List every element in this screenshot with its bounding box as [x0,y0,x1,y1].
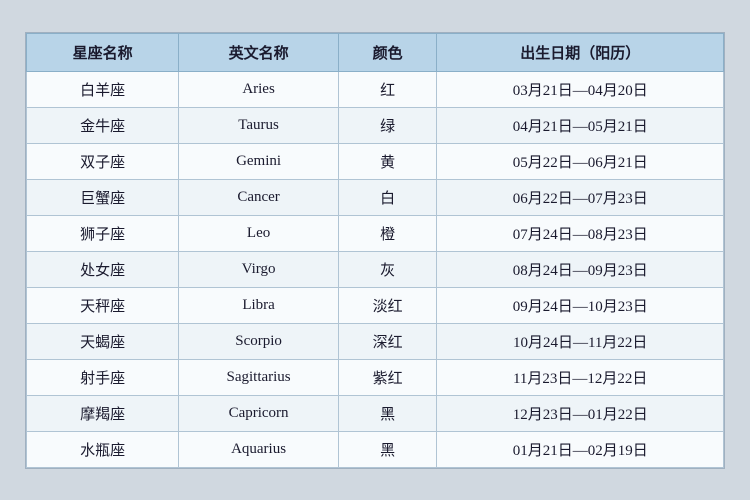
cell-english: Capricorn [179,395,339,431]
table-row: 巨蟹座Cancer白06月22日—07月23日 [27,179,724,215]
cell-color: 橙 [338,215,437,251]
cell-english: Leo [179,215,339,251]
table-row: 摩羯座Capricorn黑12月23日—01月22日 [27,395,724,431]
table-row: 射手座Sagittarius紫红11月23日—12月22日 [27,359,724,395]
cell-color: 黑 [338,431,437,467]
cell-date: 05月22日—06月21日 [437,143,724,179]
cell-color: 绿 [338,107,437,143]
cell-date: 12月23日—01月22日 [437,395,724,431]
cell-chinese: 白羊座 [27,71,179,107]
cell-chinese: 天蝎座 [27,323,179,359]
cell-english: Libra [179,287,339,323]
table-row: 白羊座Aries红03月21日—04月20日 [27,71,724,107]
cell-date: 07月24日—08月23日 [437,215,724,251]
cell-color: 黄 [338,143,437,179]
cell-date: 06月22日—07月23日 [437,179,724,215]
cell-date: 01月21日—02月19日 [437,431,724,467]
cell-color: 紫红 [338,359,437,395]
cell-date: 10月24日—11月22日 [437,323,724,359]
cell-english: Taurus [179,107,339,143]
cell-chinese: 巨蟹座 [27,179,179,215]
cell-chinese: 金牛座 [27,107,179,143]
cell-color: 灰 [338,251,437,287]
cell-color: 白 [338,179,437,215]
zodiac-table-container: 星座名称 英文名称 颜色 出生日期（阳历） 白羊座Aries红03月21日—04… [25,32,725,469]
cell-chinese: 摩羯座 [27,395,179,431]
cell-date: 09月24日—10月23日 [437,287,724,323]
cell-english: Aries [179,71,339,107]
cell-english: Cancer [179,179,339,215]
table-row: 处女座Virgo灰08月24日—09月23日 [27,251,724,287]
table-row: 天秤座Libra淡红09月24日—10月23日 [27,287,724,323]
cell-english: Scorpio [179,323,339,359]
cell-english: Virgo [179,251,339,287]
cell-chinese: 水瓶座 [27,431,179,467]
cell-english: Aquarius [179,431,339,467]
table-row: 金牛座Taurus绿04月21日—05月21日 [27,107,724,143]
cell-date: 08月24日—09月23日 [437,251,724,287]
col-header-color: 颜色 [338,33,437,71]
cell-color: 淡红 [338,287,437,323]
cell-english: Gemini [179,143,339,179]
table-row: 狮子座Leo橙07月24日—08月23日 [27,215,724,251]
table-row: 天蝎座Scorpio深红10月24日—11月22日 [27,323,724,359]
zodiac-table: 星座名称 英文名称 颜色 出生日期（阳历） 白羊座Aries红03月21日—04… [26,33,724,468]
cell-color: 深红 [338,323,437,359]
table-body: 白羊座Aries红03月21日—04月20日金牛座Taurus绿04月21日—0… [27,71,724,467]
table-header-row: 星座名称 英文名称 颜色 出生日期（阳历） [27,33,724,71]
cell-date: 11月23日—12月22日 [437,359,724,395]
cell-color: 黑 [338,395,437,431]
col-header-english: 英文名称 [179,33,339,71]
cell-color: 红 [338,71,437,107]
cell-date: 03月21日—04月20日 [437,71,724,107]
cell-chinese: 天秤座 [27,287,179,323]
cell-chinese: 双子座 [27,143,179,179]
cell-date: 04月21日—05月21日 [437,107,724,143]
cell-chinese: 狮子座 [27,215,179,251]
table-row: 水瓶座Aquarius黑01月21日—02月19日 [27,431,724,467]
col-header-date: 出生日期（阳历） [437,33,724,71]
cell-chinese: 处女座 [27,251,179,287]
cell-chinese: 射手座 [27,359,179,395]
table-row: 双子座Gemini黄05月22日—06月21日 [27,143,724,179]
col-header-chinese: 星座名称 [27,33,179,71]
cell-english: Sagittarius [179,359,339,395]
